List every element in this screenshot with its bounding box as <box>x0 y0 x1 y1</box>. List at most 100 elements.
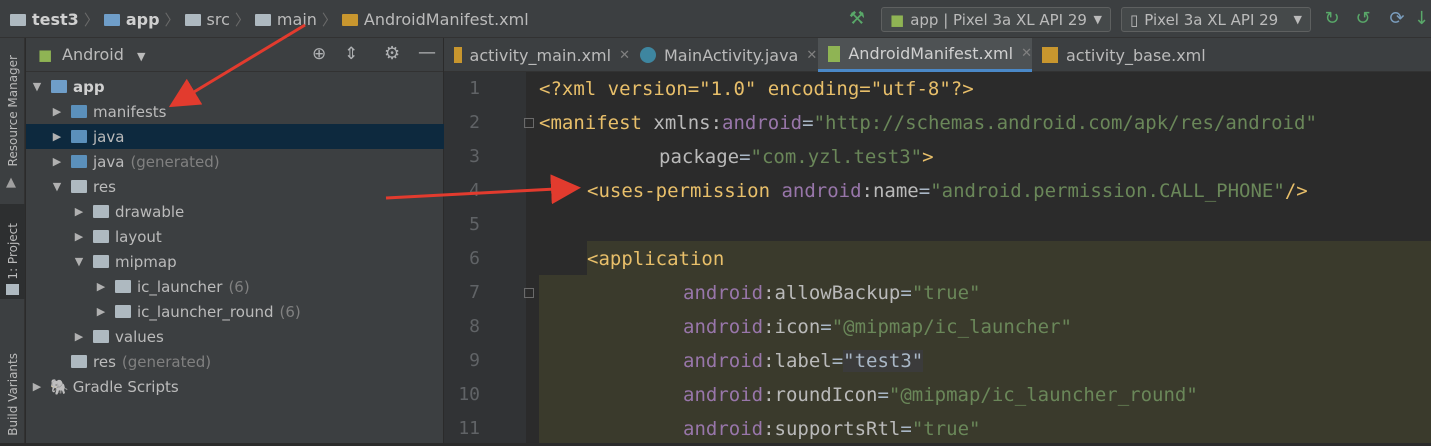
tree-item-drawable[interactable]: ▶ drawable <box>26 199 489 224</box>
module-folder-icon <box>51 80 67 93</box>
breadcrumb-item-module[interactable]: app <box>126 10 160 29</box>
build-variants-tab[interactable]: Build Variants <box>0 346 25 443</box>
tree-item-values[interactable]: ▶ values <box>26 324 489 349</box>
code-line-8: android:icon="@mipmap/ic_launcher" <box>683 310 1072 344</box>
tree-item-label: res <box>93 352 116 371</box>
run-config-select[interactable]: ■ app | Pixel 3a XL API 29 ▼ <box>881 7 1111 32</box>
attr-name: :roundIcon <box>763 384 878 406</box>
tree-item-ic-launcher[interactable]: ▶ ic_launcher (6) <box>26 274 511 299</box>
namespace: android <box>683 282 764 304</box>
namespace: android <box>722 112 803 134</box>
resource-folder-icon <box>71 180 87 193</box>
close-icon[interactable]: ✕ <box>806 48 817 63</box>
code-line-3: package="com.yzl.test3"> <box>659 140 934 174</box>
equals: = <box>831 350 844 372</box>
tree-item-suffix: (generated) <box>121 352 212 371</box>
tree-item-layout[interactable]: ▶ layout <box>26 224 489 249</box>
project-panel: ■ Android ▼ ⊕ ⇕ ⚙ — ▼ app ▶ manifests ▶ … <box>26 38 467 443</box>
fold-marker-icon[interactable] <box>524 118 534 128</box>
gradle-sync-icon[interactable]: ↓ <box>1412 8 1431 30</box>
tree-item-gradle-scripts[interactable]: ▶ 🐘 Gradle Scripts <box>26 374 447 399</box>
breadcrumb-item-main[interactable]: main <box>277 10 317 29</box>
code-line-9: android:label="test3" <box>683 344 924 378</box>
collapse-all-icon[interactable]: ⇕ <box>344 44 358 64</box>
close-icon[interactable]: ✕ <box>1021 46 1032 61</box>
minimize-icon[interactable]: — <box>418 42 436 63</box>
tag-close: /> <box>1284 180 1308 202</box>
tag-highlight <box>539 275 1431 443</box>
tree-item-manifests[interactable]: ▶ manifests <box>26 99 467 124</box>
project-panel-header: ■ Android ▼ ⊕ ⇕ ⚙ — <box>26 38 443 72</box>
module-folder-icon <box>103 14 120 26</box>
namespace: android <box>683 316 764 338</box>
tree-item-java[interactable]: ▶ java <box>26 124 467 149</box>
tab-label: activity_base.xml <box>1066 45 1206 65</box>
editor-area: activity_main.xml ✕ MainActivity.java ✕ … <box>444 38 1431 443</box>
locate-target-icon[interactable]: ⊕ <box>312 44 326 64</box>
tree-item-label: layout <box>115 227 162 246</box>
tree-item-ic-launcher-round[interactable]: ▶ ic_launcher_round (6) <box>26 299 511 324</box>
tree-item-app[interactable]: ▼ app <box>26 74 447 99</box>
code-line-1: <?xml version="1.0" encoding="utf-8"?> <box>539 72 974 106</box>
attr-name: :name <box>861 180 919 202</box>
close-icon[interactable]: ✕ <box>619 48 630 63</box>
tree-item-res[interactable]: ▼ res <box>26 174 467 199</box>
folder-icon <box>115 305 131 318</box>
tree-item-label: manifests <box>93 102 167 121</box>
namespace: android <box>683 350 764 372</box>
tree-item-suffix: (6) <box>279 302 301 321</box>
project-tab-label: 1: Project <box>5 223 20 280</box>
sync-project-icon[interactable]: ⟳ <box>1386 8 1408 30</box>
line-number: 9 <box>469 350 480 371</box>
manifest-file-icon <box>828 45 841 62</box>
generated-folder-icon <box>71 155 87 168</box>
equals: = <box>918 180 931 202</box>
line-number: 4 <box>469 180 480 201</box>
fold-marker-icon[interactable] <box>524 288 534 298</box>
code-area[interactable]: <?xml version="1.0" encoding="utf-8"?> <… <box>539 72 1431 443</box>
attr-value: "true" <box>911 282 981 304</box>
android-icon: ■ <box>890 10 905 29</box>
line-number: 1 <box>469 78 480 99</box>
tree-item-mipmap[interactable]: ▼ mipmap <box>26 249 489 274</box>
equals: = <box>900 282 912 304</box>
tree-item-label: java <box>93 152 125 171</box>
breadcrumb-item-file[interactable]: AndroidManifest.xml <box>364 10 529 29</box>
tree-item-label: values <box>115 327 164 346</box>
resource-manager-tab[interactable]: Resource Manager <box>0 46 25 176</box>
phone-icon: ▯ <box>1130 10 1139 29</box>
chevron-down-icon: ▼ <box>136 50 146 63</box>
breadcrumb-item-src[interactable]: src <box>207 10 230 29</box>
tab-activity-base[interactable]: activity_base.xml <box>1032 38 1232 72</box>
view-mode-select[interactable]: Android ▼ <box>62 45 145 64</box>
tree-item-res-generated[interactable]: res (generated) <box>26 349 481 374</box>
attr-value: "true" <box>911 418 981 440</box>
breadcrumb-item-project[interactable]: test3 <box>32 10 79 29</box>
resource-manager-label: Resource Manager <box>5 55 20 167</box>
view-mode-label: Android <box>62 45 124 64</box>
apply-changes-restart-icon[interactable]: ↻ <box>1321 8 1343 30</box>
tag-close: > <box>922 146 934 168</box>
tree-item-label: ic_launcher <box>137 277 223 296</box>
collapsed-arrow-icon: ▶ <box>96 280 106 293</box>
device-select[interactable]: ▯ Pixel 3a XL API 29 ▼ <box>1121 7 1311 32</box>
tree-item-suffix: (6) <box>228 277 250 296</box>
gear-icon[interactable]: ⚙ <box>384 43 400 64</box>
attr-name: package <box>659 146 740 168</box>
tag-name: <uses-permission <box>587 180 771 202</box>
equals: = <box>739 146 751 168</box>
build-variants-label: Build Variants <box>5 353 20 436</box>
equals: = <box>820 316 832 338</box>
folder-icon <box>93 255 109 268</box>
code-line-11: android:supportsRtl="true" <box>683 412 980 446</box>
tab-main-activity[interactable]: MainActivity.java ✕ <box>630 38 818 72</box>
expanded-arrow-icon: ▼ <box>52 180 62 193</box>
apply-code-changes-icon[interactable]: ↺ <box>1352 8 1374 30</box>
hammer-build-icon[interactable]: ⚒ <box>846 8 868 30</box>
tree-item-label: drawable <box>115 202 185 221</box>
tree-item-java-generated[interactable]: ▶ java (generated) <box>26 149 467 174</box>
tab-android-manifest[interactable]: AndroidManifest.xml ✕ <box>818 38 1032 72</box>
tab-activity-main[interactable]: activity_main.xml ✕ <box>444 38 630 72</box>
attr-value: "com.yzl.test3" <box>750 146 923 168</box>
folder-icon <box>93 205 109 218</box>
